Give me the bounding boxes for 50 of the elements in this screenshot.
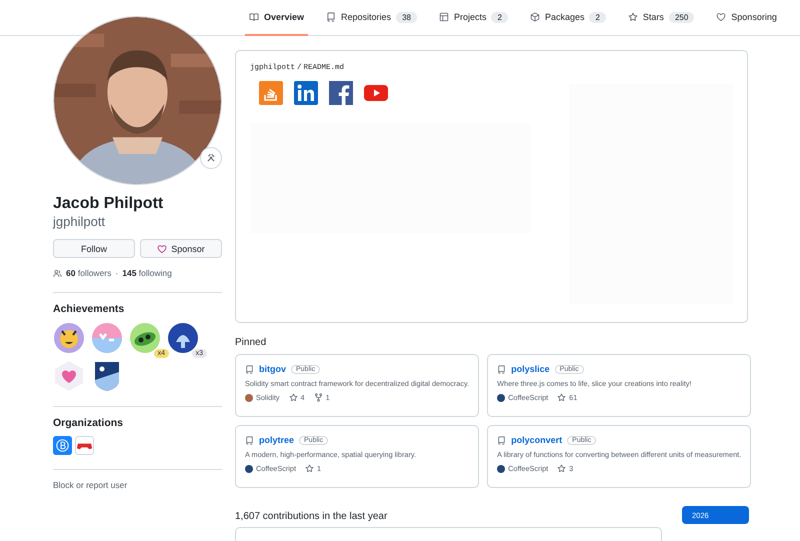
profile-name: Jacob Philpott <box>53 195 164 213</box>
star-icon <box>305 464 314 473</box>
tab-count: 38 <box>396 12 417 22</box>
repo-icon <box>497 364 506 374</box>
heart-icon <box>716 12 726 22</box>
linkedin-icon[interactable] <box>294 81 318 105</box>
profile-tab[interactable]: Repositories 38 <box>322 0 421 36</box>
repo-link[interactable]: polyconvert <box>511 435 562 445</box>
people-icon <box>53 268 62 278</box>
block-report-link[interactable]: Block or report user <box>53 480 128 490</box>
stack-overflow-icon[interactable] <box>259 81 283 105</box>
contributions-heading: 1,607 contributions in the last year <box>235 511 388 522</box>
repo-link[interactable]: bitgov <box>259 364 286 374</box>
facebook-icon[interactable] <box>329 81 353 105</box>
status-icon[interactable] <box>200 147 222 169</box>
profile-username: jgphilpott <box>53 214 106 229</box>
tab-count: 250 <box>668 12 694 22</box>
follow-button[interactable]: Follow <box>53 239 135 258</box>
repo-icon <box>245 436 254 444</box>
table-icon <box>438 12 449 22</box>
sponsor-button[interactable]: Sponsor <box>140 239 222 258</box>
repo-link[interactable]: polyslice <box>511 364 550 374</box>
fork-icon <box>314 393 323 402</box>
profile-tab[interactable]: Projects 2 <box>434 0 512 36</box>
repo-icon <box>326 12 336 22</box>
star-icon <box>557 393 566 402</box>
repo-link[interactable]: polytree <box>259 435 294 445</box>
heart-icon <box>157 244 168 254</box>
achievement-badge-icon[interactable] <box>53 322 85 354</box>
followers-link[interactable]: 60 followers <box>66 268 112 278</box>
profile-tab[interactable]: Packages 2 <box>526 0 610 36</box>
tab-count: 2 <box>491 12 508 22</box>
section-heading: Organizations <box>53 417 124 429</box>
organization-icon[interactable] <box>53 436 72 455</box>
profile-tab[interactable]: Stars 250 <box>624 0 698 36</box>
star-icon <box>557 464 566 473</box>
profile-tab[interactable]: Overview <box>245 0 308 36</box>
book-icon <box>249 12 259 22</box>
following-link[interactable]: 145 following <box>122 268 172 278</box>
section-heading: Achievements <box>53 303 126 315</box>
organization-icon[interactable] <box>75 436 94 455</box>
repo-icon <box>497 436 506 444</box>
star-icon <box>288 393 298 402</box>
separator-dot: · <box>115 268 118 278</box>
section-heading: Pinned <box>235 337 268 348</box>
package-icon <box>530 12 540 22</box>
tab-count: 2 <box>589 12 606 22</box>
repo-icon <box>245 364 254 374</box>
profile-tab[interactable]: Sponsoring <box>712 0 781 36</box>
star-icon <box>628 12 638 22</box>
